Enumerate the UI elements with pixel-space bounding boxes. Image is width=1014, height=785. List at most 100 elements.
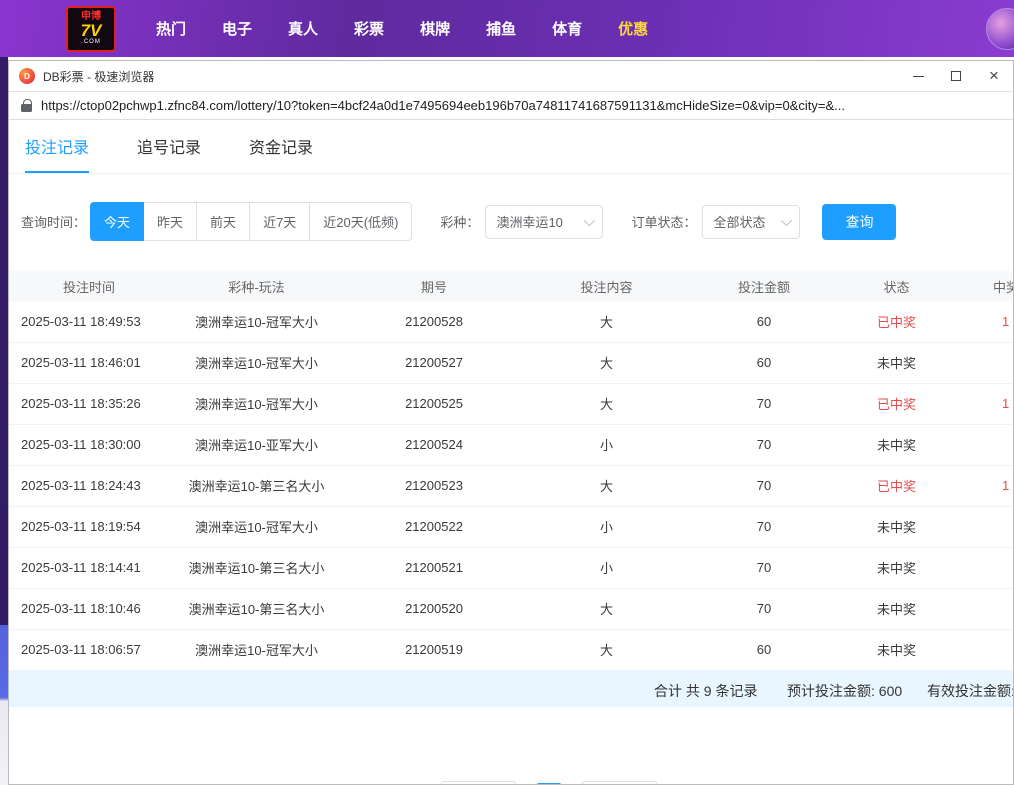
cell-content: 大 bbox=[524, 629, 689, 670]
cell-bet-time: 2025-03-11 18:06:57 bbox=[9, 629, 169, 670]
header-prize: 中奖金额 bbox=[954, 271, 1013, 301]
nav-item-lottery[interactable]: 彩票 bbox=[336, 8, 402, 49]
cell-amount: 70 bbox=[689, 424, 839, 465]
cell-game: 澳洲幸运10-第三名大小 bbox=[169, 588, 344, 629]
summary-bar: 合计 共 9 条记录 预计投注金额: 600 有效投注金额: 600 bbox=[9, 671, 1013, 707]
address-bar[interactable]: https://ctop02pchwp1.zfnc84.com/lottery/… bbox=[9, 91, 1013, 120]
minimize-button[interactable] bbox=[899, 61, 937, 91]
app-icon: D bbox=[19, 68, 35, 84]
cell-status: 已中奖 bbox=[839, 465, 954, 506]
cell-amount: 70 bbox=[689, 588, 839, 629]
lottery-select[interactable]: 澳洲幸运10 bbox=[485, 205, 603, 239]
cell-bet-time: 2025-03-11 18:46:01 bbox=[9, 342, 169, 383]
nav-item-live[interactable]: 真人 bbox=[270, 8, 336, 49]
cell-content: 大 bbox=[524, 383, 689, 424]
time-option-7days[interactable]: 近7天 bbox=[249, 202, 310, 241]
cell-content: 大 bbox=[524, 465, 689, 506]
header-bet-time: 投注时间 bbox=[9, 271, 169, 301]
cell-bet-time: 2025-03-11 18:10:46 bbox=[9, 588, 169, 629]
bet-records-table: 投注时间 彩种-玩法 期号 投注内容 投注金额 状态 中奖金额 2025-03-… bbox=[9, 271, 1013, 671]
cell-issue: 21200525 bbox=[344, 383, 524, 424]
bet-records-table-wrap: 投注时间 彩种-玩法 期号 投注内容 投注金额 状态 中奖金额 2025-03-… bbox=[9, 271, 1013, 671]
cell-bet-time: 2025-03-11 18:24:43 bbox=[9, 465, 169, 506]
cell-game: 澳洲幸运10-冠军大小 bbox=[169, 301, 344, 342]
cell-game: 澳洲幸运10-冠军大小 bbox=[169, 342, 344, 383]
time-option-today[interactable]: 今天 bbox=[90, 202, 144, 241]
cell-issue: 21200519 bbox=[344, 629, 524, 670]
cell-content: 小 bbox=[524, 506, 689, 547]
header-status: 状态 bbox=[839, 271, 954, 301]
browser-window: D DB彩票 - 极速浏览器 × https://ctop02pchwp1.zf… bbox=[8, 60, 1014, 785]
user-avatar[interactable] bbox=[986, 8, 1014, 50]
logo-text-2: 7V bbox=[81, 22, 102, 39]
nav-item-cards[interactable]: 棋牌 bbox=[402, 8, 468, 49]
cell-game: 澳洲幸运10-冠军大小 bbox=[169, 506, 344, 547]
cell-content: 大 bbox=[524, 588, 689, 629]
cell-prize: 1 bbox=[954, 383, 1013, 424]
summary-valid: 有效投注金额: 600 bbox=[927, 681, 1013, 701]
table-row: 2025-03-11 18:06:57澳洲幸运10-冠军大小21200519大6… bbox=[9, 629, 1013, 670]
cell-amount: 60 bbox=[689, 629, 839, 670]
tab-fund-records[interactable]: 资金记录 bbox=[249, 134, 313, 173]
cell-issue: 21200527 bbox=[344, 342, 524, 383]
cell-amount: 70 bbox=[689, 547, 839, 588]
lock-icon bbox=[21, 99, 32, 112]
time-option-20days[interactable]: 近20天(低频) bbox=[309, 202, 412, 241]
cell-prize: 1 bbox=[954, 301, 1013, 342]
cell-issue: 21200522 bbox=[344, 506, 524, 547]
nav-item-fishing[interactable]: 捕鱼 bbox=[468, 8, 534, 49]
cell-status: 已中奖 bbox=[839, 383, 954, 424]
time-filter-group: 今天 昨天 前天 近7天 近20天(低频) bbox=[90, 202, 412, 241]
search-button[interactable]: 查询 bbox=[822, 204, 896, 240]
tab-chase-records[interactable]: 追号记录 bbox=[137, 134, 201, 173]
header-issue: 期号 bbox=[344, 271, 524, 301]
cell-content: 大 bbox=[524, 301, 689, 342]
logo-text-3: .COM bbox=[81, 39, 101, 45]
table-body: 2025-03-11 18:49:53澳洲幸运10-冠军大小21200528大6… bbox=[9, 301, 1013, 670]
table-row: 2025-03-11 18:10:46澳洲幸运10-第三名大小21200520大… bbox=[9, 588, 1013, 629]
cell-prize bbox=[954, 588, 1013, 629]
cell-game: 澳洲幸运10-冠军大小 bbox=[169, 629, 344, 670]
cell-game: 澳洲幸运10-第三名大小 bbox=[169, 547, 344, 588]
url-text[interactable]: https://ctop02pchwp1.zfnc84.com/lottery/… bbox=[41, 98, 845, 113]
next-page-button[interactable]: 下一页 bbox=[582, 781, 657, 785]
cell-status: 未中奖 bbox=[839, 424, 954, 465]
order-status-select[interactable]: 全部状态 bbox=[702, 205, 800, 239]
minimize-icon bbox=[913, 76, 924, 77]
site-logo[interactable]: 申博 7V .COM bbox=[66, 6, 116, 52]
table-row: 2025-03-11 18:30:00澳洲幸运10-亚军大小21200524小7… bbox=[9, 424, 1013, 465]
cell-issue: 21200520 bbox=[344, 588, 524, 629]
cell-bet-time: 2025-03-11 18:49:53 bbox=[9, 301, 169, 342]
summary-total: 合计 共 9 条记录 bbox=[654, 681, 757, 701]
cell-bet-time: 2025-03-11 18:30:00 bbox=[9, 424, 169, 465]
time-option-daybefore[interactable]: 前天 bbox=[196, 202, 250, 241]
cell-status: 未中奖 bbox=[839, 588, 954, 629]
cell-game: 澳洲幸运10-亚军大小 bbox=[169, 424, 344, 465]
nav-item-hot[interactable]: 热门 bbox=[138, 8, 204, 49]
cell-content: 大 bbox=[524, 342, 689, 383]
cell-amount: 60 bbox=[689, 342, 839, 383]
header-game: 彩种-玩法 bbox=[169, 271, 344, 301]
tab-bet-records[interactable]: 投注记录 bbox=[25, 134, 89, 173]
nav-item-slots[interactable]: 电子 bbox=[204, 8, 270, 49]
cell-bet-time: 2025-03-11 18:19:54 bbox=[9, 506, 169, 547]
nav-item-sports[interactable]: 体育 bbox=[534, 8, 600, 49]
header-amount: 投注金额 bbox=[689, 271, 839, 301]
table-row: 2025-03-11 18:14:41澳洲幸运10-第三名大小21200521小… bbox=[9, 547, 1013, 588]
table-row: 2025-03-11 18:46:01澳洲幸运10-冠军大小21200527大6… bbox=[9, 342, 1013, 383]
top-nav: 申博 7V .COM 热门 电子 真人 彩票 棋牌 捕鱼 体育 优惠 bbox=[0, 0, 1014, 57]
maximize-button[interactable] bbox=[937, 61, 975, 91]
cell-status: 未中奖 bbox=[839, 342, 954, 383]
time-option-yesterday[interactable]: 昨天 bbox=[143, 202, 197, 241]
close-button[interactable]: × bbox=[975, 61, 1013, 91]
cell-game: 澳洲幸运10-冠军大小 bbox=[169, 383, 344, 424]
header-content: 投注内容 bbox=[524, 271, 689, 301]
window-title: DB彩票 - 极速浏览器 bbox=[43, 68, 154, 85]
background-strip bbox=[0, 57, 8, 785]
cell-game: 澳洲幸运10-第三名大小 bbox=[169, 465, 344, 506]
nav-item-promo[interactable]: 优惠 bbox=[600, 8, 666, 49]
order-status-label: 订单状态： bbox=[631, 212, 696, 231]
cell-prize bbox=[954, 629, 1013, 670]
prev-page-button[interactable]: 上一页 bbox=[441, 781, 516, 785]
table-row: 2025-03-11 18:49:53澳洲幸运10-冠军大小21200528大6… bbox=[9, 301, 1013, 342]
